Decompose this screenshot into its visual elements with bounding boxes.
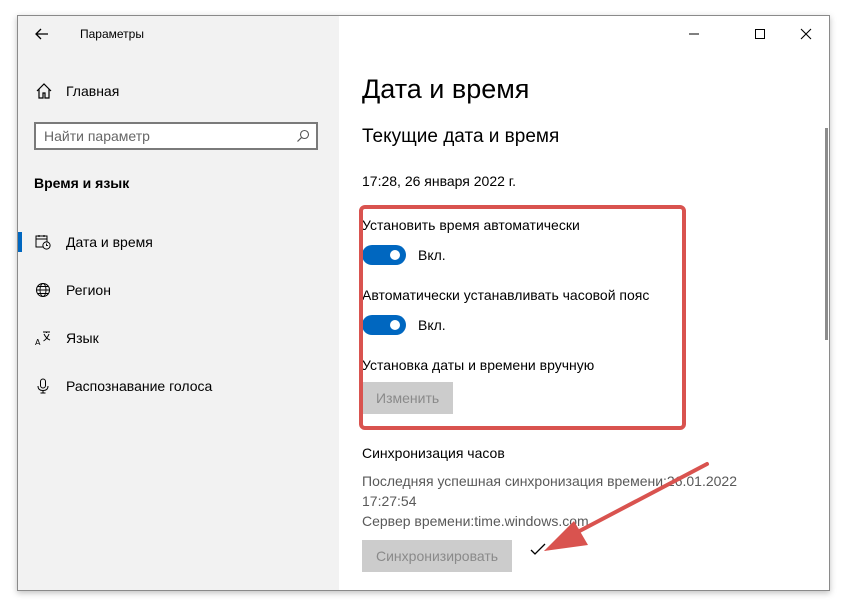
sidebar-item-date-time[interactable]: Дата и время <box>18 226 339 258</box>
scrollbar[interactable] <box>825 128 828 340</box>
language-icon: A <box>35 331 51 346</box>
sidebar-item-label: Дата и время <box>66 234 153 250</box>
maximize-button[interactable] <box>742 20 778 48</box>
globe-icon <box>36 283 50 297</box>
minimize-icon <box>689 33 699 35</box>
svg-text:A: A <box>35 338 41 346</box>
back-button[interactable] <box>30 22 54 46</box>
sync-button[interactable]: Синхронизировать <box>362 540 513 572</box>
settings-window: Параметры Главная Время и язык Дата и вр… <box>17 15 830 591</box>
microphone-icon <box>37 378 49 394</box>
current-datetime: 17:28, 26 января 2022 г. <box>362 173 517 189</box>
current-section-title: Текущие дата и время <box>362 126 560 147</box>
sidebar: Параметры Главная Время и язык Дата и вр… <box>18 16 339 590</box>
sidebar-item-label: Язык <box>66 330 99 346</box>
page-title: Дата и время <box>362 74 530 104</box>
close-button[interactable] <box>788 20 824 48</box>
calendar-clock-icon <box>35 235 51 250</box>
search-icon[interactable] <box>296 129 310 143</box>
sidebar-item-label: Распознавание голоса <box>66 378 213 394</box>
highlight-frame <box>359 205 686 430</box>
sync-title: Синхронизация часов <box>362 445 505 461</box>
section-title: Время и язык <box>34 175 130 191</box>
minimize-button[interactable] <box>676 20 712 48</box>
last-sync-line2: 17:27:54 <box>362 493 417 509</box>
annotation-arrow-icon <box>544 462 709 551</box>
sidebar-item-home-label: Главная <box>66 83 120 99</box>
home-icon <box>36 83 52 99</box>
sidebar-item-language[interactable]: A Язык <box>18 322 339 354</box>
maximize-icon <box>755 29 765 39</box>
search-box[interactable] <box>34 122 318 150</box>
sidebar-item-region[interactable]: Регион <box>18 274 339 306</box>
back-arrow-icon <box>35 28 48 40</box>
app-title: Параметры <box>80 27 144 41</box>
sidebar-item-home[interactable]: Главная <box>18 76 339 106</box>
sidebar-item-speech[interactable]: Распознавание голоса <box>18 370 339 402</box>
search-input[interactable] <box>44 127 284 145</box>
close-icon <box>800 28 812 40</box>
sidebar-item-label: Регион <box>66 282 111 298</box>
